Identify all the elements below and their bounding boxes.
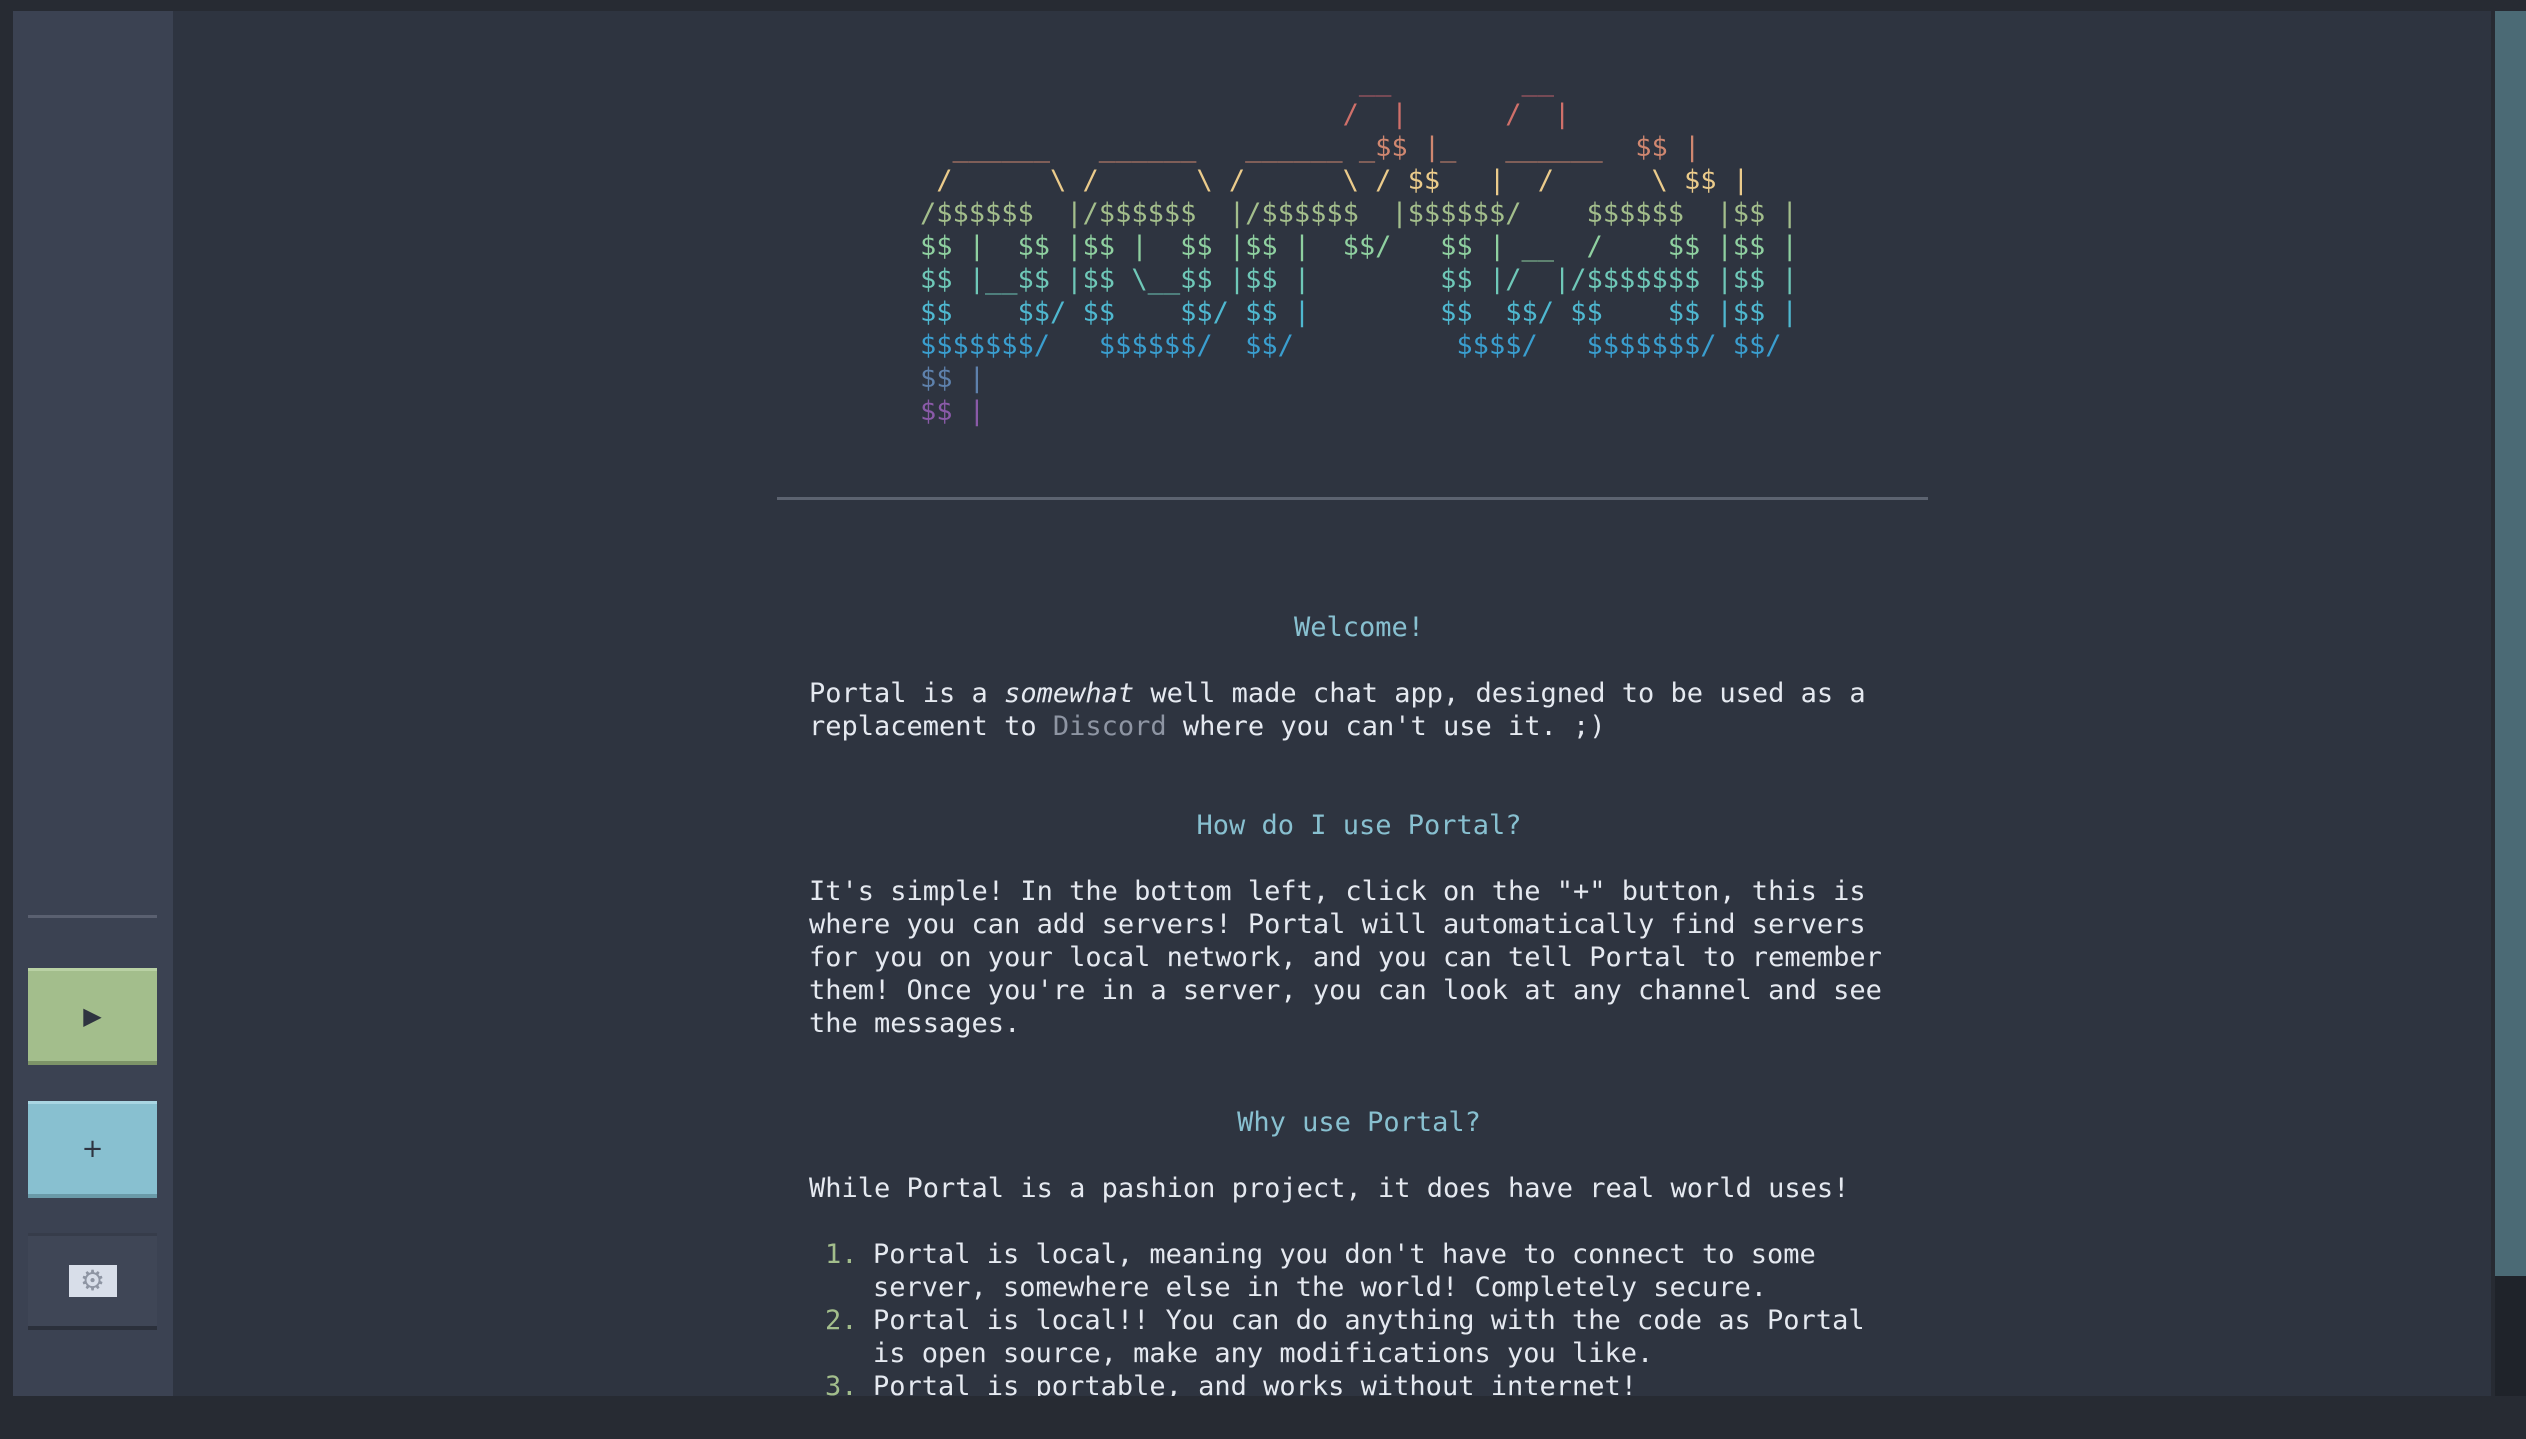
discord-link[interactable]: Discord xyxy=(1053,711,1167,742)
emphasis-text: somewhat xyxy=(1004,678,1135,709)
sidebar-divider xyxy=(28,915,157,918)
app-window: ▶ + ⚙ __ __ / | / | ______ ______ ______… xyxy=(13,11,2491,1396)
plus-icon: + xyxy=(81,1134,104,1164)
scrollbar-thumb[interactable] xyxy=(2495,11,2526,1276)
logo-line: / \ / \ / \ / $$ | / \ $$ | xyxy=(936,165,1750,196)
howto-heading: How do I use Portal? xyxy=(1196,810,1522,841)
portal-ascii-logo: __ __ / | / | ______ ______ ______ _$$ |… xyxy=(920,65,1798,428)
welcome-heading: Welcome! xyxy=(1293,612,1425,643)
reasons-list: 1. Portal is local, meaning you don't hav… xyxy=(809,1238,1909,1396)
logo-line: $$ | xyxy=(920,363,986,394)
play-button[interactable]: ▶ xyxy=(28,968,157,1065)
add-server-button[interactable]: + xyxy=(28,1101,157,1198)
logo-line: $$ | xyxy=(920,396,986,427)
logo-line: $$ |__$$ |$$ \__$$ |$$ | $$ |/ |/$$$$$$$… xyxy=(920,264,1798,295)
gear-icon: ⚙ xyxy=(68,1265,117,1297)
welcome-content: Welcome! Portal is a somewhat well made … xyxy=(809,611,1909,1396)
list-item: 3. Portal is portable, and works without … xyxy=(825,1371,1638,1396)
list-item: 1. Portal is local, meaning you don't hav… xyxy=(825,1239,1816,1303)
sidebar: ▶ + ⚙ xyxy=(13,11,173,1396)
logo-line: /$$$$$$ |/$$$$$$ |/$$$$$$ |$$$$$$/ $$$$$… xyxy=(920,198,1798,229)
logo-line: $$$$$$$/ $$$$$$/ $$/ $$$$/ $$$$$$$/ $$/ xyxy=(920,330,1782,361)
why-heading: Why use Portal? xyxy=(1237,1107,1481,1138)
logo-line: ______ ______ ______ _$$ |_ ______ $$ | xyxy=(952,132,1701,163)
logo-line: $$ | $$ |$$ | $$ |$$ | $$/ $$ | __ / $$ … xyxy=(920,231,1798,262)
scrollbar[interactable] xyxy=(2495,11,2526,1396)
header-divider xyxy=(777,497,1928,500)
howto-body: It's simple! In the bottom left, click o… xyxy=(809,876,1882,1039)
logo-line: __ __ xyxy=(1358,66,1554,97)
why-body: While Portal is a pashion project, it do… xyxy=(809,1173,1850,1204)
welcome-intro: Portal is a somewhat well made chat app,… xyxy=(809,678,1866,742)
logo-line: / | / | xyxy=(1342,99,1571,130)
logo-line: $$ $$/ $$ $$/ $$ | $$ $$/ $$ $$ |$$ | xyxy=(920,297,1798,328)
list-item: 2. Portal is local!! You can do anything … xyxy=(825,1305,1865,1369)
bottom-strip xyxy=(0,1396,2526,1439)
settings-button[interactable]: ⚙ xyxy=(28,1233,157,1330)
play-icon: ▶ xyxy=(83,1002,102,1030)
